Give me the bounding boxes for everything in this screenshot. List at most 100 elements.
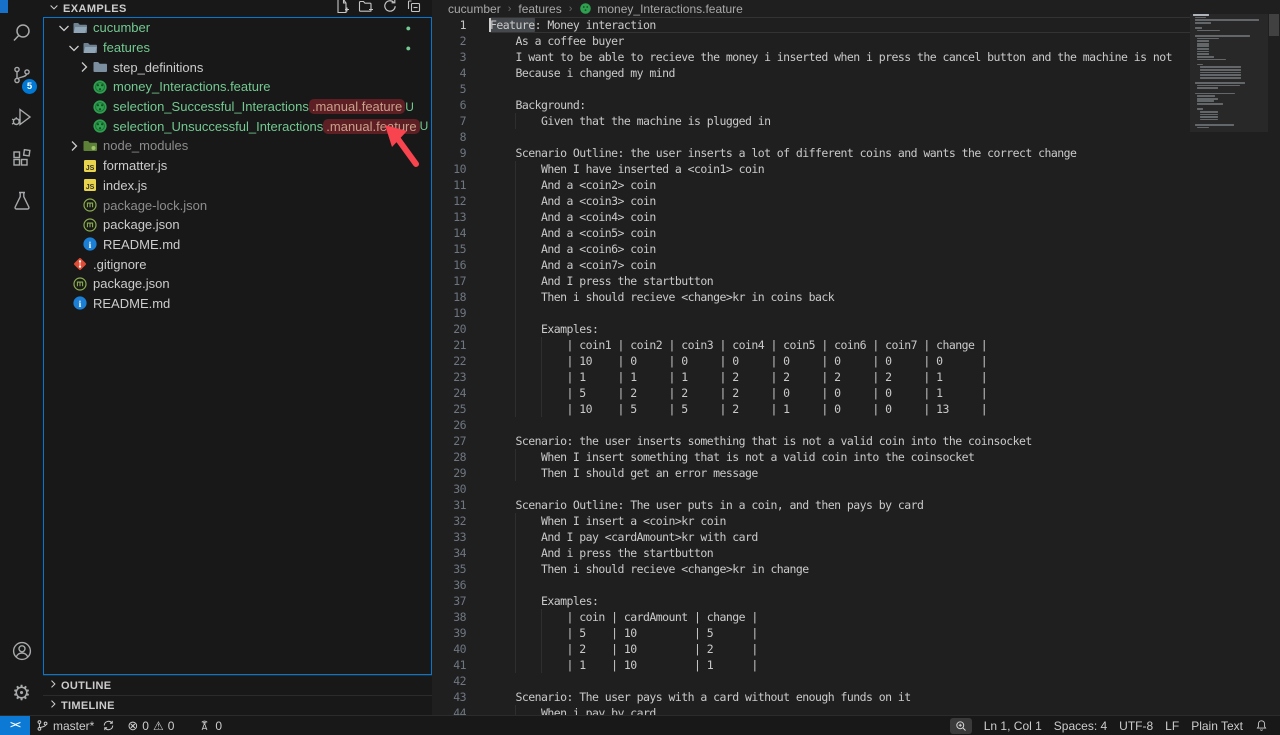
chevron-down-icon[interactable] — [56, 20, 72, 36]
ports-status-item[interactable]: 0 — [192, 716, 228, 735]
code-line-8[interactable]: 8 — [432, 129, 1190, 145]
tree-item-formatter-js[interactable]: JSformatter.js — [44, 156, 431, 176]
branch-status-item[interactable]: master* — [30, 716, 121, 735]
code-line-5[interactable]: 5 — [432, 81, 1190, 97]
code-line-16[interactable]: 16 And a <coin7> coin — [432, 257, 1190, 273]
code-line-37[interactable]: 37 Examples: — [432, 593, 1190, 609]
code-line-34[interactable]: 34 And i press the startbutton — [432, 545, 1190, 561]
sidebar-section-header[interactable]: EXAMPLES — [43, 0, 432, 17]
notifications-bell[interactable] — [1249, 716, 1276, 735]
code-line-6[interactable]: 6 Background: — [432, 97, 1190, 113]
chevron-right-icon[interactable] — [66, 138, 82, 154]
breadcrumb-folder[interactable]: features — [518, 2, 561, 16]
code-line-4[interactable]: 4 Because i changed my mind — [432, 65, 1190, 81]
code-line-28[interactable]: 28 When I insert something that is not a… — [432, 449, 1190, 465]
tree-item-readme-md[interactable]: iREADME.md — [44, 235, 431, 255]
minimap-line — [1197, 53, 1208, 55]
chevron-right-icon[interactable] — [76, 59, 92, 75]
code-line-29[interactable]: 29 Then I should get an error message — [432, 465, 1190, 481]
code-line-30[interactable]: 30 — [432, 481, 1190, 497]
code-line-2[interactable]: 2 As a coffee buyer — [432, 33, 1190, 49]
code-area[interactable]: 1Feature: Money interaction2 As a coffee… — [432, 17, 1190, 715]
code-line-7[interactable]: 7 Given that the machine is plugged in — [432, 113, 1190, 129]
language-mode-item[interactable]: Plain Text — [1185, 716, 1249, 735]
activity-bar-item-source-control[interactable]: 5 — [0, 55, 43, 95]
line-number: 10 — [432, 161, 466, 177]
code-line-35[interactable]: 35 Then i should recieve <change>kr in c… — [432, 561, 1190, 577]
tree-item--gitignore[interactable]: .gitignore — [44, 254, 431, 274]
code-line-12[interactable]: 12 And a <coin3> coin — [432, 193, 1190, 209]
line-number: 39 — [432, 625, 466, 641]
code-line-15[interactable]: 15 And a <coin6> coin — [432, 241, 1190, 257]
activity-bar-item-extensions[interactable] — [0, 139, 43, 179]
remote-indicator[interactable]: >< — [0, 716, 30, 735]
code-line-33[interactable]: 33 And I pay <cardAmount>kr with card — [432, 529, 1190, 545]
tree-item-selection-unsuccessful-interactions[interactable]: selection_Unsuccessful_Interactions.manu… — [44, 116, 431, 136]
breadcrumb-file[interactable]: money_Interactions.feature — [597, 2, 742, 16]
code-line-19[interactable]: 19 — [432, 305, 1190, 321]
tree-item-package-lock-json[interactable]: package-lock.json — [44, 195, 431, 215]
collapse-all-button[interactable] — [404, 0, 424, 17]
code-line-14[interactable]: 14 And a <coin5> coin — [432, 225, 1190, 241]
activity-bar-item-search[interactable] — [0, 13, 43, 53]
code-line-43[interactable]: 43 Scenario: The user pays with a card w… — [432, 689, 1190, 705]
code-line-39[interactable]: 39 | 5 | 10 | 5 | — [432, 625, 1190, 641]
code-line-41[interactable]: 41 | 1 | 10 | 1 | — [432, 657, 1190, 673]
new-folder-button[interactable] — [356, 0, 376, 17]
code-line-3[interactable]: 3 I want to be able to recieve the money… — [432, 49, 1190, 65]
code-line-42[interactable]: 42 — [432, 673, 1190, 689]
tree-item-index-js[interactable]: JSindex.js — [44, 176, 431, 196]
outline-panel-header[interactable]: OUTLINE — [43, 675, 432, 695]
code-line-1[interactable]: 1Feature: Money interaction — [432, 17, 1190, 33]
code-line-44[interactable]: 44 When i pay by card — [432, 705, 1190, 715]
code-line-22[interactable]: 22 | 10 | 0 | 0 | 0 | 0 | 0 | 0 | 0 | — [432, 353, 1190, 369]
eol-item[interactable]: LF — [1159, 716, 1185, 735]
tree-item-package-json[interactable]: package.json — [44, 215, 431, 235]
tree-item-package-json[interactable]: package.json — [44, 274, 431, 294]
activity-bar-item-run-debug[interactable] — [0, 97, 43, 137]
code-line-25[interactable]: 25 | 10 | 5 | 5 | 2 | 1 | 0 | 0 | 13 | — [432, 401, 1190, 417]
code-line-26[interactable]: 26 — [432, 417, 1190, 433]
zoom-status-item[interactable] — [950, 718, 972, 734]
tree-item-step-definitions[interactable]: step_definitions — [44, 57, 431, 77]
code-line-9[interactable]: 9 Scenario Outline: the user inserts a l… — [432, 145, 1190, 161]
code-line-11[interactable]: 11 And a <coin2> coin — [432, 177, 1190, 193]
code-line-27[interactable]: 27 Scenario: the user inserts something … — [432, 433, 1190, 449]
code-line-40[interactable]: 40 | 2 | 10 | 2 | — [432, 641, 1190, 657]
chevron-down-icon[interactable] — [66, 40, 82, 56]
explorer-active-indicator[interactable] — [0, 0, 8, 13]
code-line-18[interactable]: 18 Then i should recieve <change>kr in c… — [432, 289, 1190, 305]
code-line-38[interactable]: 38 | coin | cardAmount | change | — [432, 609, 1190, 625]
new-file-button[interactable] — [332, 0, 352, 17]
scm-badge: 5 — [22, 79, 37, 94]
tree-item-selection-successful-interactions[interactable]: selection_Successful_Interactions.manual… — [44, 97, 431, 117]
refresh-button[interactable] — [380, 0, 400, 17]
problems-status-item[interactable]: ⊗ 0 ⚠ 0 — [121, 716, 180, 735]
scrollbar-slider[interactable] — [1269, 14, 1279, 36]
code-line-32[interactable]: 32 When I insert a <coin>kr coin — [432, 513, 1190, 529]
tree-item-node-modules[interactable]: node_modules — [44, 136, 431, 156]
activity-bar-item-testing[interactable] — [0, 181, 43, 221]
tree-item-features[interactable]: features● — [44, 38, 431, 58]
cursor-position-item[interactable]: Ln 1, Col 1 — [978, 716, 1048, 735]
encoding-item[interactable]: UTF-8 — [1113, 716, 1159, 735]
code-line-17[interactable]: 17 And I press the startbutton — [432, 273, 1190, 289]
code-line-21[interactable]: 21 | coin1 | coin2 | coin3 | coin4 | coi… — [432, 337, 1190, 353]
minimap[interactable] — [1190, 14, 1268, 674]
code-line-24[interactable]: 24 | 5 | 2 | 2 | 2 | 0 | 0 | 0 | 1 | — [432, 385, 1190, 401]
code-line-31[interactable]: 31 Scenario Outline: The user puts in a … — [432, 497, 1190, 513]
code-line-20[interactable]: 20 Examples: — [432, 321, 1190, 337]
code-line-23[interactable]: 23 | 1 | 1 | 1 | 2 | 2 | 2 | 2 | 1 | — [432, 369, 1190, 385]
tree-item-readme-md[interactable]: iREADME.md — [44, 294, 431, 314]
code-line-36[interactable]: 36 — [432, 577, 1190, 593]
tree-item-cucumber[interactable]: cucumber● — [44, 18, 431, 38]
editor-scrollbar[interactable] — [1268, 0, 1280, 715]
activity-bar-item-account[interactable] — [0, 631, 43, 671]
activity-bar-item-settings[interactable]: ⚙ — [0, 673, 43, 713]
indentation-item[interactable]: Spaces: 4 — [1048, 716, 1113, 735]
code-line-13[interactable]: 13 And a <coin4> coin — [432, 209, 1190, 225]
timeline-panel-header[interactable]: TIMELINE — [43, 695, 432, 715]
tree-item-money-interactions-feature[interactable]: money_Interactions.feature — [44, 77, 431, 97]
code-line-10[interactable]: 10 When I have inserted a <coin1> coin — [432, 161, 1190, 177]
breadcrumb-folder[interactable]: cucumber — [448, 2, 501, 16]
